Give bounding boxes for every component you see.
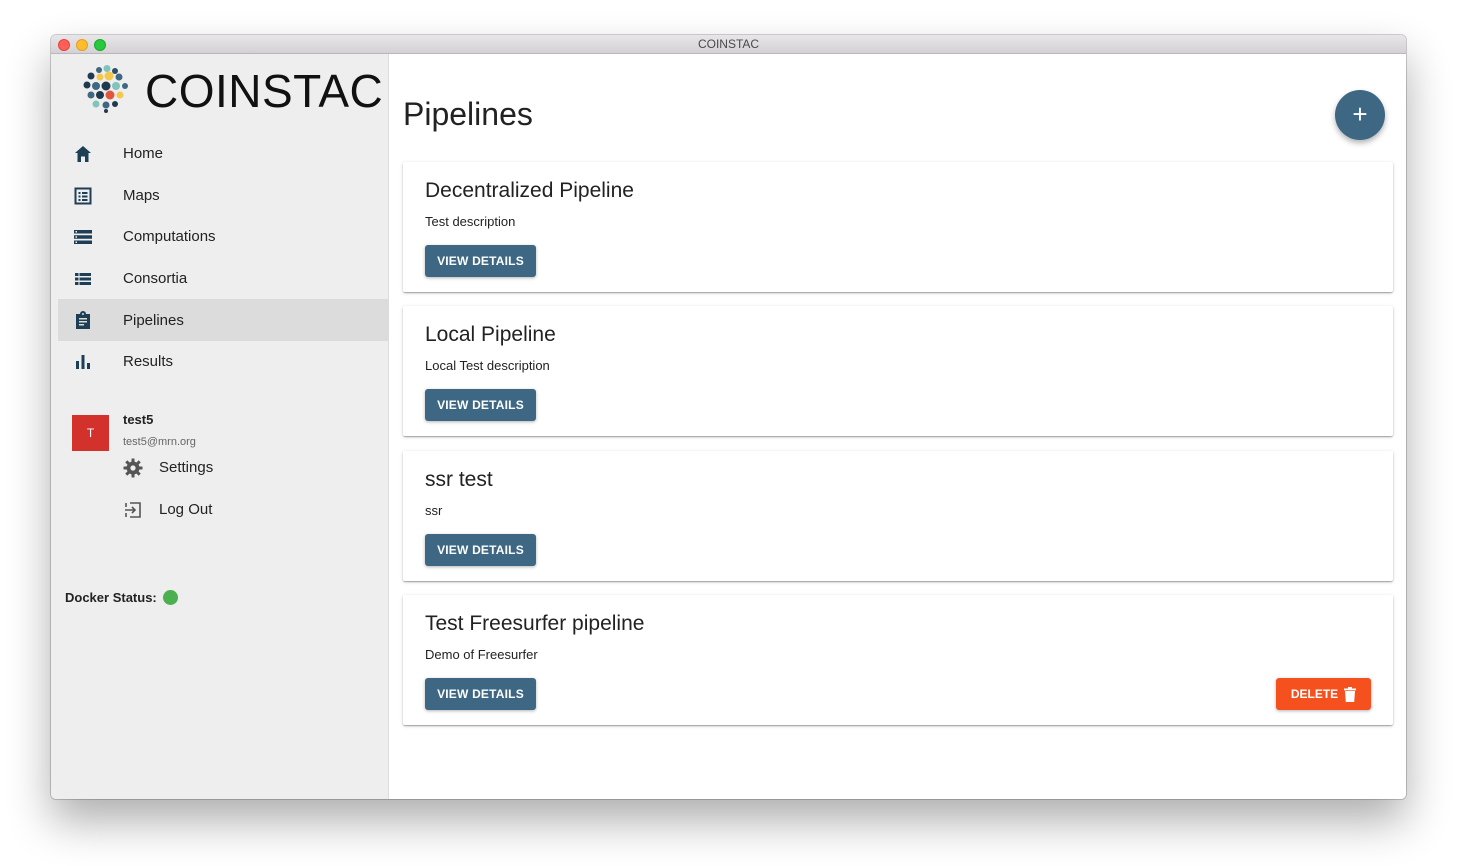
pipeline-title: Decentralized Pipeline [425, 179, 634, 202]
docker-status: Docker Status: [65, 590, 178, 605]
docker-status-indicator [162, 590, 178, 605]
sidebar-item-label: Computations [123, 228, 216, 246]
settings-link[interactable]: Settings [123, 456, 283, 480]
list-icon [75, 272, 91, 285]
view-details-button[interactable]: VIEW DETAILS [425, 245, 536, 277]
sidebar-item-results[interactable]: Results [58, 341, 389, 383]
clipboard-icon [76, 311, 90, 330]
pipeline-description: ssr [425, 503, 443, 518]
trash-icon [1344, 686, 1357, 702]
pipeline-title: Local Pipeline [425, 323, 556, 346]
home-icon [75, 146, 91, 162]
view-details-button[interactable]: VIEW DETAILS [425, 389, 536, 421]
sidebar-item-consortia[interactable]: Consortia [58, 258, 389, 300]
delete-button[interactable]: DELETE [1276, 678, 1371, 710]
user-name: test5 [123, 412, 154, 427]
window-title: COINSTAC [697, 37, 760, 51]
bar-chart-icon [76, 354, 90, 369]
brand-name: COINSTAC [145, 65, 384, 117]
logout-link[interactable]: Log Out [123, 498, 283, 522]
close-window-button[interactable] [58, 39, 70, 51]
pipeline-card: Local Pipeline Local Test description VI… [403, 306, 1393, 436]
sidebar: COINSTAC Home Maps Computations Consorti… [51, 54, 389, 799]
pipeline-title: Test Freesurfer pipeline [425, 612, 645, 635]
main-content: Pipelines + Decentralized Pipeline Test … [389, 54, 1406, 799]
logout-icon [125, 502, 141, 518]
docker-status-label: Docker Status: [65, 590, 157, 605]
user-email: test5@mrn.org [123, 436, 196, 448]
pipeline-description: Test description [425, 214, 516, 229]
view-details-button[interactable]: VIEW DETAILS [425, 534, 536, 566]
sidebar-item-label: Results [123, 353, 174, 371]
list-alt-icon [74, 187, 92, 205]
pipeline-card: Decentralized Pipeline Test description … [403, 162, 1393, 292]
page-title: Pipelines [403, 96, 533, 132]
pipeline-description: Demo of Freesurfer [425, 647, 538, 662]
sidebar-item-label: Maps [123, 186, 160, 204]
view-details-button[interactable]: VIEW DETAILS [425, 678, 536, 710]
logout-label: Log Out [159, 501, 213, 518]
sidebar-item-label: Consortia [123, 270, 188, 288]
sidebar-nav: Home Maps Computations Consortia Pipelin… [58, 133, 389, 383]
coinstac-logo-icon [83, 65, 128, 113]
add-pipeline-button[interactable]: + [1335, 90, 1385, 140]
storage-icon [74, 230, 92, 245]
gear-icon [123, 458, 143, 478]
sidebar-item-label: Pipelines [123, 311, 184, 329]
title-bar: COINSTAC [51, 35, 1406, 54]
sidebar-item-maps[interactable]: Maps [58, 175, 389, 217]
app-window: COINSTAC COINSTAC Home Maps Computations… [51, 35, 1406, 799]
sidebar-item-label: Home [123, 145, 164, 163]
delete-label: DELETE [1290, 687, 1339, 701]
sidebar-item-pipelines[interactable]: Pipelines [58, 299, 389, 341]
sidebar-item-home[interactable]: Home [58, 133, 389, 175]
pipeline-card: ssr test ssr VIEW DETAILS [403, 451, 1393, 581]
settings-label: Settings [159, 459, 214, 476]
avatar: T [72, 415, 109, 451]
maximize-window-button[interactable] [94, 39, 106, 51]
pipeline-description: Local Test description [425, 358, 550, 373]
pipeline-title: ssr test [425, 468, 493, 491]
minimize-window-button[interactable] [76, 39, 88, 51]
sidebar-item-computations[interactable]: Computations [58, 216, 389, 258]
pipeline-card: Test Freesurfer pipeline Demo of Freesur… [403, 595, 1393, 725]
